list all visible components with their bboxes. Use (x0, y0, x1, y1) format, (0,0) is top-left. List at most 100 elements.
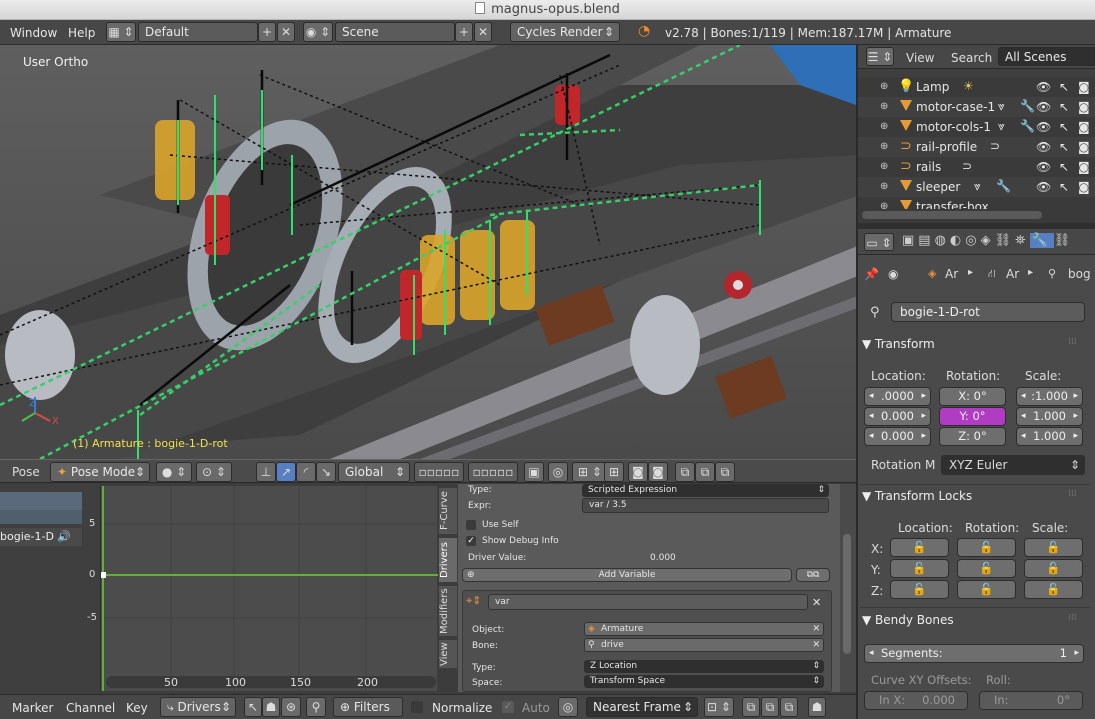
layers-grid-2[interactable]: ▫▫▫▫▫ (468, 462, 518, 482)
visibility-eye-icon[interactable]: 👁 (1036, 120, 1051, 134)
show-hidden-icon[interactable]: ☗ (262, 697, 280, 717)
select-arrow-icon[interactable]: ↖ (1059, 180, 1069, 194)
outliner-item-name[interactable]: motor-cols-1 (916, 120, 991, 134)
expand-icon[interactable]: ⊕ (880, 201, 888, 209)
select-arrow-icon[interactable]: ↖ (1059, 100, 1069, 114)
select-arrow-icon[interactable]: ↖ (1059, 160, 1069, 174)
select-arrow-icon[interactable]: ↖ (1059, 120, 1069, 134)
outliner-row-rails[interactable]: ⊕ ⊃ rails ⊃ 👁 ↖ ◙ (858, 157, 1095, 177)
outliner-item-name[interactable]: transfer-box (916, 200, 989, 209)
lock-scale-x-icon[interactable]: 🔓 (1024, 538, 1083, 557)
tab-fcurve[interactable]: F-Curve (439, 488, 457, 534)
bone-name-input[interactable]: bogie-1-D-rot (891, 302, 1085, 322)
channel-subheader[interactable] (0, 510, 82, 524)
tab-modifiers[interactable]: Modifiers (439, 586, 457, 636)
tab-view[interactable]: View (439, 640, 457, 668)
location-y-field[interactable]: ◂ 0.000 ▸ (864, 407, 931, 426)
outliner-row-sleeper[interactable]: ⊕ sleeper ⩔ 🔧 👁 ↖ ◙ (858, 177, 1095, 197)
region-divider[interactable] (858, 223, 1095, 229)
expand-icon[interactable]: ⊕ (880, 141, 888, 152)
roll-in-field[interactable]: In: 0° (979, 691, 1083, 710)
render-engine-select[interactable]: Cycles Render ⇕ (510, 22, 620, 42)
scale-y-field[interactable]: ◂ 1.000 ▸ (1016, 407, 1083, 426)
lock-scale-y-icon[interactable]: 🔓 (1024, 559, 1083, 578)
panel-grip-icon[interactable]: ⁞⁞⁞ (1068, 337, 1077, 347)
lock-rotation-x-icon[interactable]: 🔓 (957, 538, 1016, 557)
lock-scale-z-icon[interactable]: 🔓 (1024, 580, 1083, 599)
location-z-field[interactable]: ◂ 0.000 ▸ (864, 427, 931, 446)
remove-scene-icon[interactable]: ✕ (474, 22, 492, 42)
use-self-checkbox[interactable] (466, 520, 476, 530)
breadcrumb-object[interactable]: Ar (945, 267, 958, 281)
paste-pose-icon[interactable]: ⧉ (695, 462, 715, 482)
pivot-select[interactable]: ⊙ ⇕ (196, 462, 232, 482)
expand-icon[interactable]: ⊕ (880, 121, 888, 132)
breadcrumb-bone[interactable]: bog (1068, 267, 1091, 281)
render-camera-icon[interactable]: ◙ (628, 462, 648, 482)
search-filter-icon[interactable]: ⚲ (306, 697, 326, 717)
scale-x-field[interactable]: ◂:1.000 ▸ (1016, 387, 1083, 406)
outliner-filter-select[interactable]: All Scenes (998, 47, 1095, 66)
copy-paste-driver-icon[interactable]: ⧉⧉ (796, 568, 830, 582)
translate-manipulator-icon[interactable]: ↗ (276, 462, 296, 482)
filters-button[interactable]: ⊕ Filters (333, 697, 403, 717)
outliner-item-name[interactable]: rails (916, 160, 941, 174)
var-type-select[interactable]: Z Location ⇕ (584, 660, 824, 673)
paste-flipped-keys-icon[interactable]: ⧉ (780, 697, 798, 717)
pin-icon[interactable]: 📌 (864, 267, 879, 281)
panel-grip-icon[interactable]: ⁞⁞⁞ (1068, 613, 1077, 623)
proportional-edit-icon[interactable]: ◎ (548, 462, 568, 482)
menu-key[interactable]: Key (126, 701, 148, 715)
shading-select[interactable]: ● ⇕ (156, 462, 192, 482)
auto-checkbox[interactable]: ✓ (502, 701, 514, 713)
space-select[interactable]: Transform Space ⇕ (584, 675, 824, 688)
location-x-field[interactable]: ◂ .0000 ▸ (864, 387, 931, 406)
variable-name-input[interactable]: var (488, 594, 808, 610)
menu-marker[interactable]: Marker (12, 701, 53, 715)
lock-location-x-icon[interactable]: 🔓 (890, 538, 949, 557)
channel-row[interactable]: bogie-1-D 🔊 (0, 528, 82, 546)
outliner-view-menu[interactable]: View (906, 51, 934, 65)
manipulator-toggle-icon[interactable]: ⊥ (256, 462, 276, 482)
mode-select[interactable]: ✦ Pose Mode ⇕ (50, 462, 150, 482)
rotation-mode-select[interactable]: XYZ Euler ⇕ (941, 455, 1085, 475)
render-camera-icon[interactable]: ◙ (1078, 80, 1090, 94)
lock-rotation-z-icon[interactable]: 🔓 (957, 580, 1016, 599)
visibility-eye-icon[interactable]: 👁 (1036, 180, 1051, 194)
transform-locks-header[interactable]: ▼ Transform Locks (862, 485, 1090, 507)
render-camera-icon[interactable]: ◙ (1078, 140, 1090, 154)
expand-icon[interactable]: ⊕ (880, 81, 888, 92)
render-anim-icon[interactable]: ◙ (648, 462, 668, 482)
lock-rotation-y-icon[interactable]: 🔓 (957, 559, 1016, 578)
pose-library-icon[interactable]: ▣ (524, 462, 544, 482)
layers-grid-1[interactable]: ▫▫▫▫▫ (414, 462, 464, 482)
object-field[interactable]: ◈ Armature ✕ (584, 622, 824, 636)
copy-keys-icon[interactable]: ⧉ (742, 697, 760, 717)
remove-layout-icon[interactable]: ✕ (277, 22, 295, 42)
region-divider[interactable] (856, 45, 858, 719)
ghost-curves-icon[interactable]: ☗ (808, 697, 826, 717)
snap-mode-select[interactable]: Nearest Frame ⇕ (586, 697, 698, 717)
lock-location-y-icon[interactable]: 🔓 (890, 559, 949, 578)
panel-grip-icon[interactable]: ⁞⁞⁞ (1068, 489, 1077, 499)
render-camera-icon[interactable]: ◙ (1078, 180, 1090, 194)
scene-picker-button[interactable]: ◉ ⇕ (303, 22, 333, 42)
channel-header[interactable] (0, 492, 82, 510)
normalize-checkbox[interactable] (411, 701, 423, 713)
copy-pose-icon[interactable]: ⧉ (675, 462, 695, 482)
pivot-point-select[interactable]: ⊡ ⇕ (704, 697, 734, 717)
scene-name-field[interactable]: Scene (335, 22, 455, 42)
editor-mode-select[interactable]: ⤷ Drivers ⇕ (160, 697, 236, 717)
pose-menu[interactable]: Pose (12, 465, 40, 479)
drivers-scrollbar[interactable] (840, 484, 856, 692)
only-selected-icon[interactable]: ↖ (244, 697, 262, 717)
render-camera-icon[interactable]: ◙ (1078, 160, 1090, 174)
add-variable-button[interactable]: ⊕ Add Variable (462, 568, 792, 582)
expression-input[interactable]: var / 3.5 (582, 498, 829, 513)
transform-panel-header[interactable]: ▼ Transform (862, 333, 1090, 355)
scale-z-field[interactable]: ◂ 1.000 ▸ (1016, 427, 1083, 446)
rotation-y-field[interactable]: Y: 0° (939, 407, 1006, 426)
driver-type-select[interactable]: Scripted Expression ⇕ (582, 484, 829, 497)
outliner-row-rail-profile[interactable]: ⊕ ⊃ rail-profile ⊃ 👁 ↖ ◙ (858, 137, 1095, 157)
show-debug-checkbox[interactable]: ✓ (466, 536, 476, 546)
